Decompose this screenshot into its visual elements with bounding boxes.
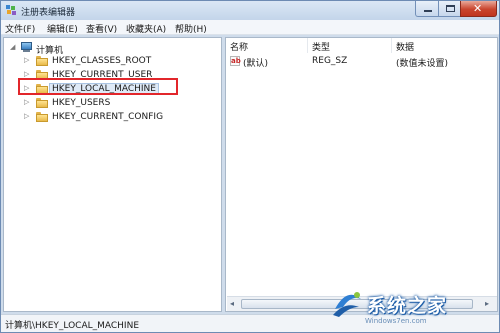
expand-arrow-icon[interactable]: ▷	[24, 112, 29, 120]
list-item[interactable]: ab (默认) REG_SZ (数值未设置)	[226, 55, 486, 69]
close-button[interactable]: ✕	[460, 1, 497, 17]
menu-edit[interactable]: 编辑(E)	[47, 22, 78, 35]
tree-label: HKEY_USERS	[52, 98, 111, 108]
watermark: 系统之家 Windows7en.com	[331, 285, 499, 331]
window-title: 注册表编辑器	[21, 8, 76, 18]
folder-icon	[36, 98, 48, 108]
minimize-icon	[424, 10, 432, 12]
computer-icon	[20, 42, 33, 53]
tree-label: HKEY_CLASSES_ROOT	[52, 56, 152, 66]
maximize-icon	[446, 5, 455, 12]
expand-arrow-icon[interactable]: ▷	[24, 56, 29, 64]
folder-icon	[36, 56, 48, 66]
menu-bar: 文件(F) 编辑(E) 查看(V) 收藏夹(A) 帮助(H)	[1, 20, 499, 35]
close-icon: ✕	[473, 2, 483, 15]
column-header-data[interactable]: 数据	[392, 38, 498, 53]
tree-label: HKEY_CURRENT_CONFIG	[52, 112, 164, 122]
title-bar[interactable]: 注册表编辑器 ✕	[1, 1, 499, 20]
minimize-button[interactable]	[415, 1, 439, 17]
expand-arrow-icon[interactable]: ▷	[24, 98, 29, 106]
ab-string-icon: ab	[230, 56, 241, 66]
annotation-highlight-box	[18, 78, 178, 95]
column-header-type[interactable]: 类型	[308, 38, 392, 53]
watermark-subtext: Windows7en.com	[365, 317, 427, 325]
value-data: (数值未设置)	[396, 59, 449, 69]
column-header-name[interactable]: 名称	[226, 38, 308, 53]
folder-icon	[36, 112, 48, 122]
menu-favorites[interactable]: 收藏夹(A)	[126, 22, 166, 35]
tree-item-computer[interactable]: ◢ 计算机	[10, 42, 130, 56]
tree-item-hkey-current-config[interactable]: ▷ HKEY_CURRENT_CONFIG	[24, 111, 204, 124]
expand-arrow-icon[interactable]: ▷	[24, 70, 29, 78]
menu-help[interactable]: 帮助(H)	[175, 22, 207, 35]
tree-item-hkey-classes-root[interactable]: ▷ HKEY_CLASSES_ROOT	[24, 55, 204, 68]
value-name: (默认)	[243, 59, 269, 69]
watermark-text: 系统之家	[367, 295, 448, 317]
value-type: REG_SZ	[312, 56, 348, 66]
registry-editor-icon	[6, 5, 16, 15]
menu-view[interactable]: 查看(V)	[86, 22, 117, 35]
scroll-left-icon[interactable]: ◂	[230, 299, 234, 308]
status-path: 计算机\HKEY_LOCAL_MACHINE	[5, 321, 140, 331]
collapse-arrow-icon[interactable]: ◢	[10, 43, 15, 51]
tree-item-hkey-users[interactable]: ▷ HKEY_USERS	[24, 97, 204, 110]
value-list-pane[interactable]: 名称 类型 数据 ab (默认) REG_SZ (数值未设置) ◂ ▸	[225, 37, 498, 312]
menu-file[interactable]: 文件(F)	[5, 22, 35, 35]
registry-editor-window: 注册表编辑器 ✕ 文件(F) 编辑(E) 查看(V) 收藏夹(A) 帮助(H) …	[0, 0, 500, 333]
watermark-logo-icon	[333, 292, 361, 317]
maximize-button[interactable]	[438, 1, 461, 17]
